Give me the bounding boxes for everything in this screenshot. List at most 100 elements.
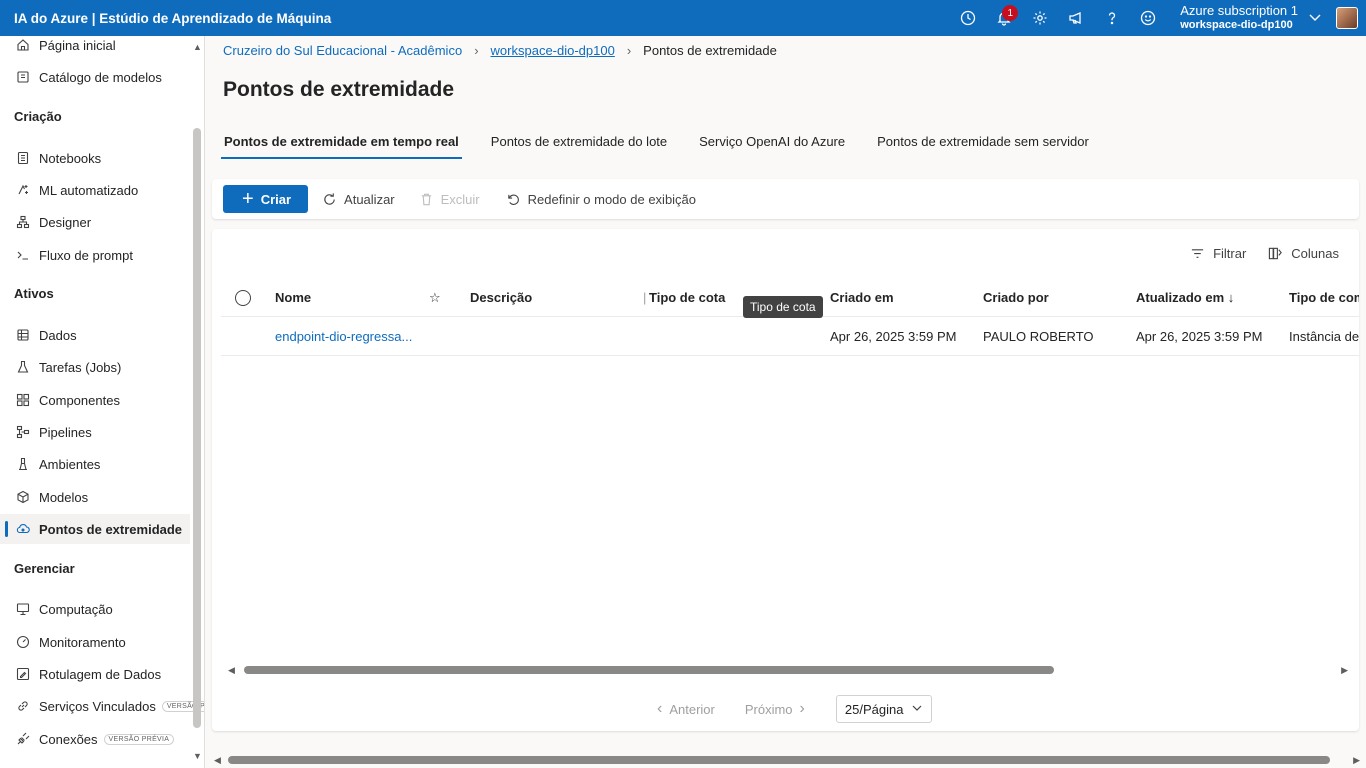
- column-header-name[interactable]: Nome: [275, 290, 311, 305]
- scroll-down-arrow[interactable]: ▼: [193, 751, 202, 761]
- column-header-description[interactable]: Descrição: [470, 290, 532, 305]
- scroll-left-arrow[interactable]: ◀: [214, 755, 221, 766]
- column-header-created-by[interactable]: Criado por: [983, 290, 1049, 305]
- tab-realtime-endpoints[interactable]: Pontos de extremidade em tempo real: [221, 132, 462, 159]
- page-size-value: 25/Página: [844, 701, 904, 717]
- help-icon[interactable]: [1094, 0, 1130, 36]
- megaphone-icon[interactable]: [1058, 0, 1094, 36]
- gear-icon[interactable]: [1022, 0, 1058, 36]
- sidebar-item-linked-services[interactable]: Serviços Vinculados VERSÃO P: [0, 691, 204, 721]
- reset-view-button[interactable]: Redefinir o modo de exibição: [506, 192, 696, 207]
- star-icon[interactable]: ☆: [429, 290, 441, 306]
- scrollbar-thumb[interactable]: [228, 756, 1330, 764]
- sidebar-item-automl[interactable]: ML automatizado: [0, 175, 190, 205]
- sidebar-item-label: Pontos de extremidade: [39, 521, 183, 537]
- tab-azure-openai[interactable]: Serviço OpenAI do Azure: [696, 132, 848, 159]
- components-icon: [16, 393, 30, 407]
- account-switcher[interactable]: Azure subscription 1 workspace-dio-dp100: [1166, 0, 1330, 36]
- sidebar-item-prompt-flow[interactable]: Fluxo de prompt: [0, 240, 190, 270]
- flask-icon: [16, 360, 30, 374]
- chevron-down-icon: [911, 702, 923, 717]
- sidebar-item-monitoring[interactable]: Monitoramento: [0, 627, 190, 657]
- pipeline-icon: [16, 425, 30, 439]
- reset-view-label: Redefinir o modo de exibição: [527, 191, 697, 207]
- history-icon[interactable]: [950, 0, 986, 36]
- cell-created-by: PAULO ROBERTO: [983, 329, 1094, 344]
- trash-icon: [421, 193, 431, 205]
- home-icon: [16, 38, 30, 52]
- page-title: Pontos de extremidade: [223, 78, 455, 101]
- plug-icon: [16, 732, 30, 746]
- sidebar-item-models[interactable]: Modelos: [0, 482, 190, 512]
- chevron-down-icon[interactable]: [1308, 10, 1322, 27]
- breadcrumb-workspace[interactable]: workspace-dio-dp100: [491, 43, 615, 58]
- sidebar-item-connections[interactable]: Conexões VERSÃO PRÉVIA: [0, 724, 190, 754]
- columns-button[interactable]: Colunas: [1268, 246, 1339, 261]
- sidebar-item-endpoints[interactable]: Pontos de extremidade: [0, 514, 190, 544]
- column-header-created-on[interactable]: Criado em: [830, 290, 894, 305]
- bell-icon[interactable]: 1: [986, 0, 1022, 36]
- data-icon: [16, 328, 30, 342]
- column-header-compute-type[interactable]: Tipo de com: [1289, 290, 1359, 305]
- sidebar-item-label: Catálogo de modelos: [39, 69, 162, 85]
- create-button[interactable]: + Criar: [223, 185, 309, 213]
- create-label: Criar: [260, 191, 292, 207]
- filter-button[interactable]: Filtrar: [1190, 246, 1246, 261]
- sidebar-item-compute[interactable]: Computação: [0, 594, 190, 624]
- breadcrumb-org[interactable]: Cruzeiro do Sul Educacional - Acadêmico: [223, 43, 462, 58]
- app-title[interactable]: IA do Azure | Estúdio de Aprendizado de …: [0, 11, 950, 26]
- page-horizontal-scrollbar[interactable]: ◀ ▶: [210, 755, 1360, 765]
- sidebar-item-components[interactable]: Componentes: [0, 385, 190, 415]
- sidebar-item-label: Página inicial: [39, 37, 116, 53]
- sidebar-scrollbar[interactable]: [193, 128, 201, 728]
- subscription-name: Azure subscription 1: [1180, 3, 1298, 18]
- tab-serverless-endpoints[interactable]: Pontos de extremidade sem servidor: [874, 132, 1092, 159]
- chevron-left-icon: ‹: [657, 700, 663, 717]
- chevron-right-icon: ›: [474, 43, 479, 58]
- sidebar-item-model-catalog[interactable]: Catálogo de modelos: [0, 62, 190, 92]
- endpoint-name-link[interactable]: endpoint-dio-regressa...: [275, 329, 412, 344]
- label-icon: [16, 667, 30, 681]
- refresh-icon: [324, 192, 335, 205]
- column-header-quota-type[interactable]: Tipo de cota: [649, 290, 725, 305]
- sidebar-item-notebooks[interactable]: Notebooks: [0, 143, 190, 173]
- select-all-radio[interactable]: [235, 289, 251, 306]
- sidebar-item-label: Pipelines: [39, 424, 92, 440]
- column-header-updated-on[interactable]: Atualizado em ↓: [1136, 290, 1234, 305]
- section-heading-gerenciar: Gerenciar: [14, 561, 75, 576]
- table-row[interactable]: endpoint-dio-regressa... Apr 26, 2025 3:…: [221, 318, 1359, 356]
- table-horizontal-scrollbar[interactable]: ◀ ▶: [228, 665, 1348, 676]
- sidebar-item-designer[interactable]: Designer: [0, 207, 190, 237]
- sidebar-item-pipelines[interactable]: Pipelines: [0, 417, 190, 447]
- section-heading-criacao: Criação: [14, 109, 62, 124]
- prompt-icon: [16, 248, 30, 262]
- page-size-select[interactable]: 25/Página: [835, 695, 933, 723]
- breadcrumb: Cruzeiro do Sul Educacional - Acadêmico …: [223, 43, 777, 58]
- previous-page-button[interactable]: ‹ Anterior: [650, 700, 715, 718]
- scroll-right-arrow[interactable]: ▶: [1341, 665, 1348, 676]
- sidebar-item-dados[interactable]: Dados: [0, 320, 190, 350]
- refresh-button[interactable]: Atualizar: [322, 192, 395, 207]
- next-page-button[interactable]: Próximo ›: [745, 700, 812, 718]
- smiley-icon[interactable]: [1130, 0, 1166, 36]
- tab-batch-endpoints[interactable]: Pontos de extremidade do lote: [488, 132, 670, 159]
- sidebar-item-home[interactable]: Página inicial: [0, 36, 190, 60]
- scrollbar-thumb[interactable]: [244, 666, 1054, 674]
- workspace-name: workspace-dio-dp100: [1180, 19, 1293, 31]
- sidebar-item-data-labeling[interactable]: Rotulagem de Dados: [0, 659, 190, 689]
- breadcrumb-current: Pontos de extremidade: [643, 43, 777, 58]
- sidebar-item-environments[interactable]: Ambientes: [0, 449, 190, 479]
- sidebar-item-jobs[interactable]: Tarefas (Jobs): [0, 352, 190, 382]
- delete-button[interactable]: Excluir: [419, 192, 480, 207]
- scroll-right-arrow[interactable]: ▶: [1353, 755, 1360, 766]
- column-resize-handle[interactable]: |: [643, 290, 646, 305]
- sidebar-item-label: Modelos: [39, 489, 89, 505]
- top-bar: IA do Azure | Estúdio de Aprendizado de …: [0, 0, 1366, 36]
- notebook-icon: [16, 151, 30, 165]
- scroll-left-arrow[interactable]: ◀: [228, 665, 235, 676]
- scroll-up-arrow[interactable]: ▲: [193, 42, 202, 52]
- undo-icon: [507, 194, 519, 205]
- columns-label: Colunas: [1291, 246, 1339, 261]
- avatar[interactable]: [1336, 7, 1358, 29]
- cell-created-on: Apr 26, 2025 3:59 PM: [830, 329, 957, 344]
